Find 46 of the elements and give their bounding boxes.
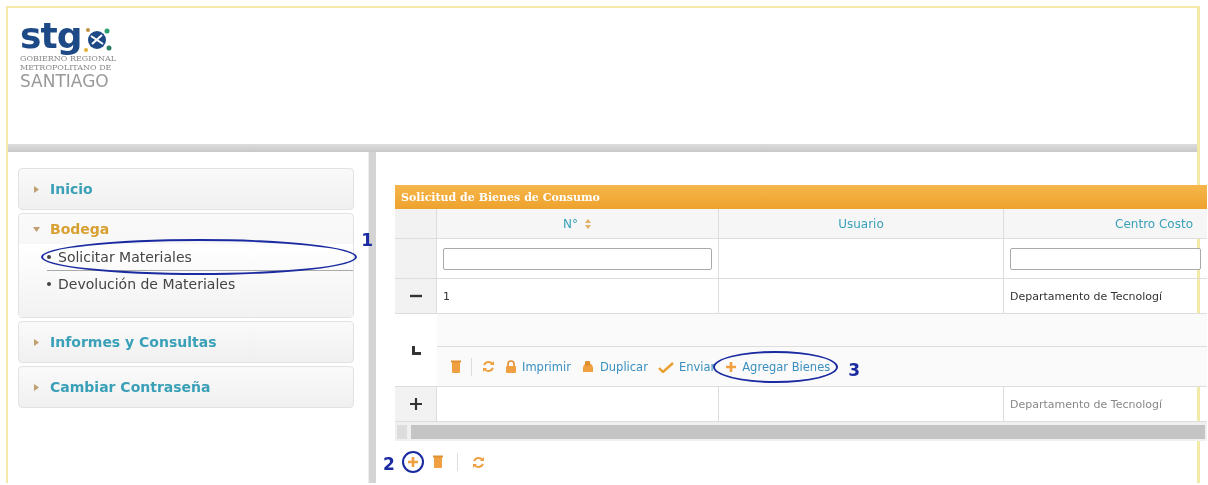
trash-icon[interactable] [451, 359, 461, 374]
lock-icon [505, 360, 517, 373]
toolbar-link[interactable]: Agregar Bienes [742, 359, 831, 374]
subgrid-corner-icon [411, 345, 421, 355]
accordion-header[interactable]: Cambiar Contraseña [19, 367, 353, 407]
sort-icon [584, 218, 592, 229]
table-cell-text: Departamento de Tecnologí [1009, 288, 1163, 305]
refresh-icon[interactable] [482, 360, 495, 373]
column-header[interactable]: Usuario [719, 209, 1004, 238]
caret-right-icon [33, 338, 40, 346]
accordion-header[interactable]: Inicio [19, 169, 353, 209]
filter-input-field[interactable] [1010, 247, 1201, 270]
logo-city-name: SANTIAGO [20, 72, 110, 90]
menu-link[interactable]: Devolución de Materiales [58, 276, 236, 292]
globe-logo-icon [82, 26, 113, 54]
scrollbar-thumb[interactable] [411, 424, 1205, 439]
annotation-number: 2 [383, 456, 395, 473]
toolbar-link[interactable]: Enviar [678, 359, 716, 374]
checkmark-icon [657, 360, 674, 373]
bullet-icon [47, 282, 51, 286]
caret-right-icon [33, 185, 40, 193]
accordion-header[interactable]: Bodega [19, 214, 353, 244]
column-header[interactable]: N° [437, 209, 719, 238]
caret-right-icon [33, 383, 40, 391]
logo-subtitle: METROPOLITANO DE [20, 63, 113, 72]
bullet-icon [47, 255, 51, 259]
horizontal-scrollbar[interactable] [395, 422, 1207, 441]
toolbar-link[interactable]: Imprimir [522, 359, 571, 374]
table-cell-text: Departamento de Tecnologí [1009, 396, 1163, 413]
trash-icon[interactable] [433, 455, 443, 469]
accordion-header[interactable]: Informes y Consultas [19, 322, 353, 362]
toolbar-link[interactable]: Duplicar [599, 359, 648, 374]
refresh-icon[interactable] [472, 455, 485, 469]
plus-icon [725, 360, 738, 373]
logo-subtitle: GOBIERNO REGIONAL [20, 54, 117, 63]
table-cell: 1 [437, 279, 719, 313]
grid-title-bar: Solicitud de Bienes de Consumo [395, 185, 1207, 209]
annotation-ellipse [402, 451, 424, 473]
filter-input-field[interactable] [443, 247, 712, 270]
column-header[interactable]: Centro Costo [1004, 209, 1207, 238]
plus-icon[interactable] [409, 398, 422, 410]
caret-down-icon [33, 225, 40, 233]
menu-link[interactable]: Solicitar Materiales [58, 249, 192, 265]
logo-wordmark: stg [20, 18, 82, 54]
annotation-number: 3 [848, 361, 861, 379]
annotation-number: 1 [361, 232, 373, 249]
